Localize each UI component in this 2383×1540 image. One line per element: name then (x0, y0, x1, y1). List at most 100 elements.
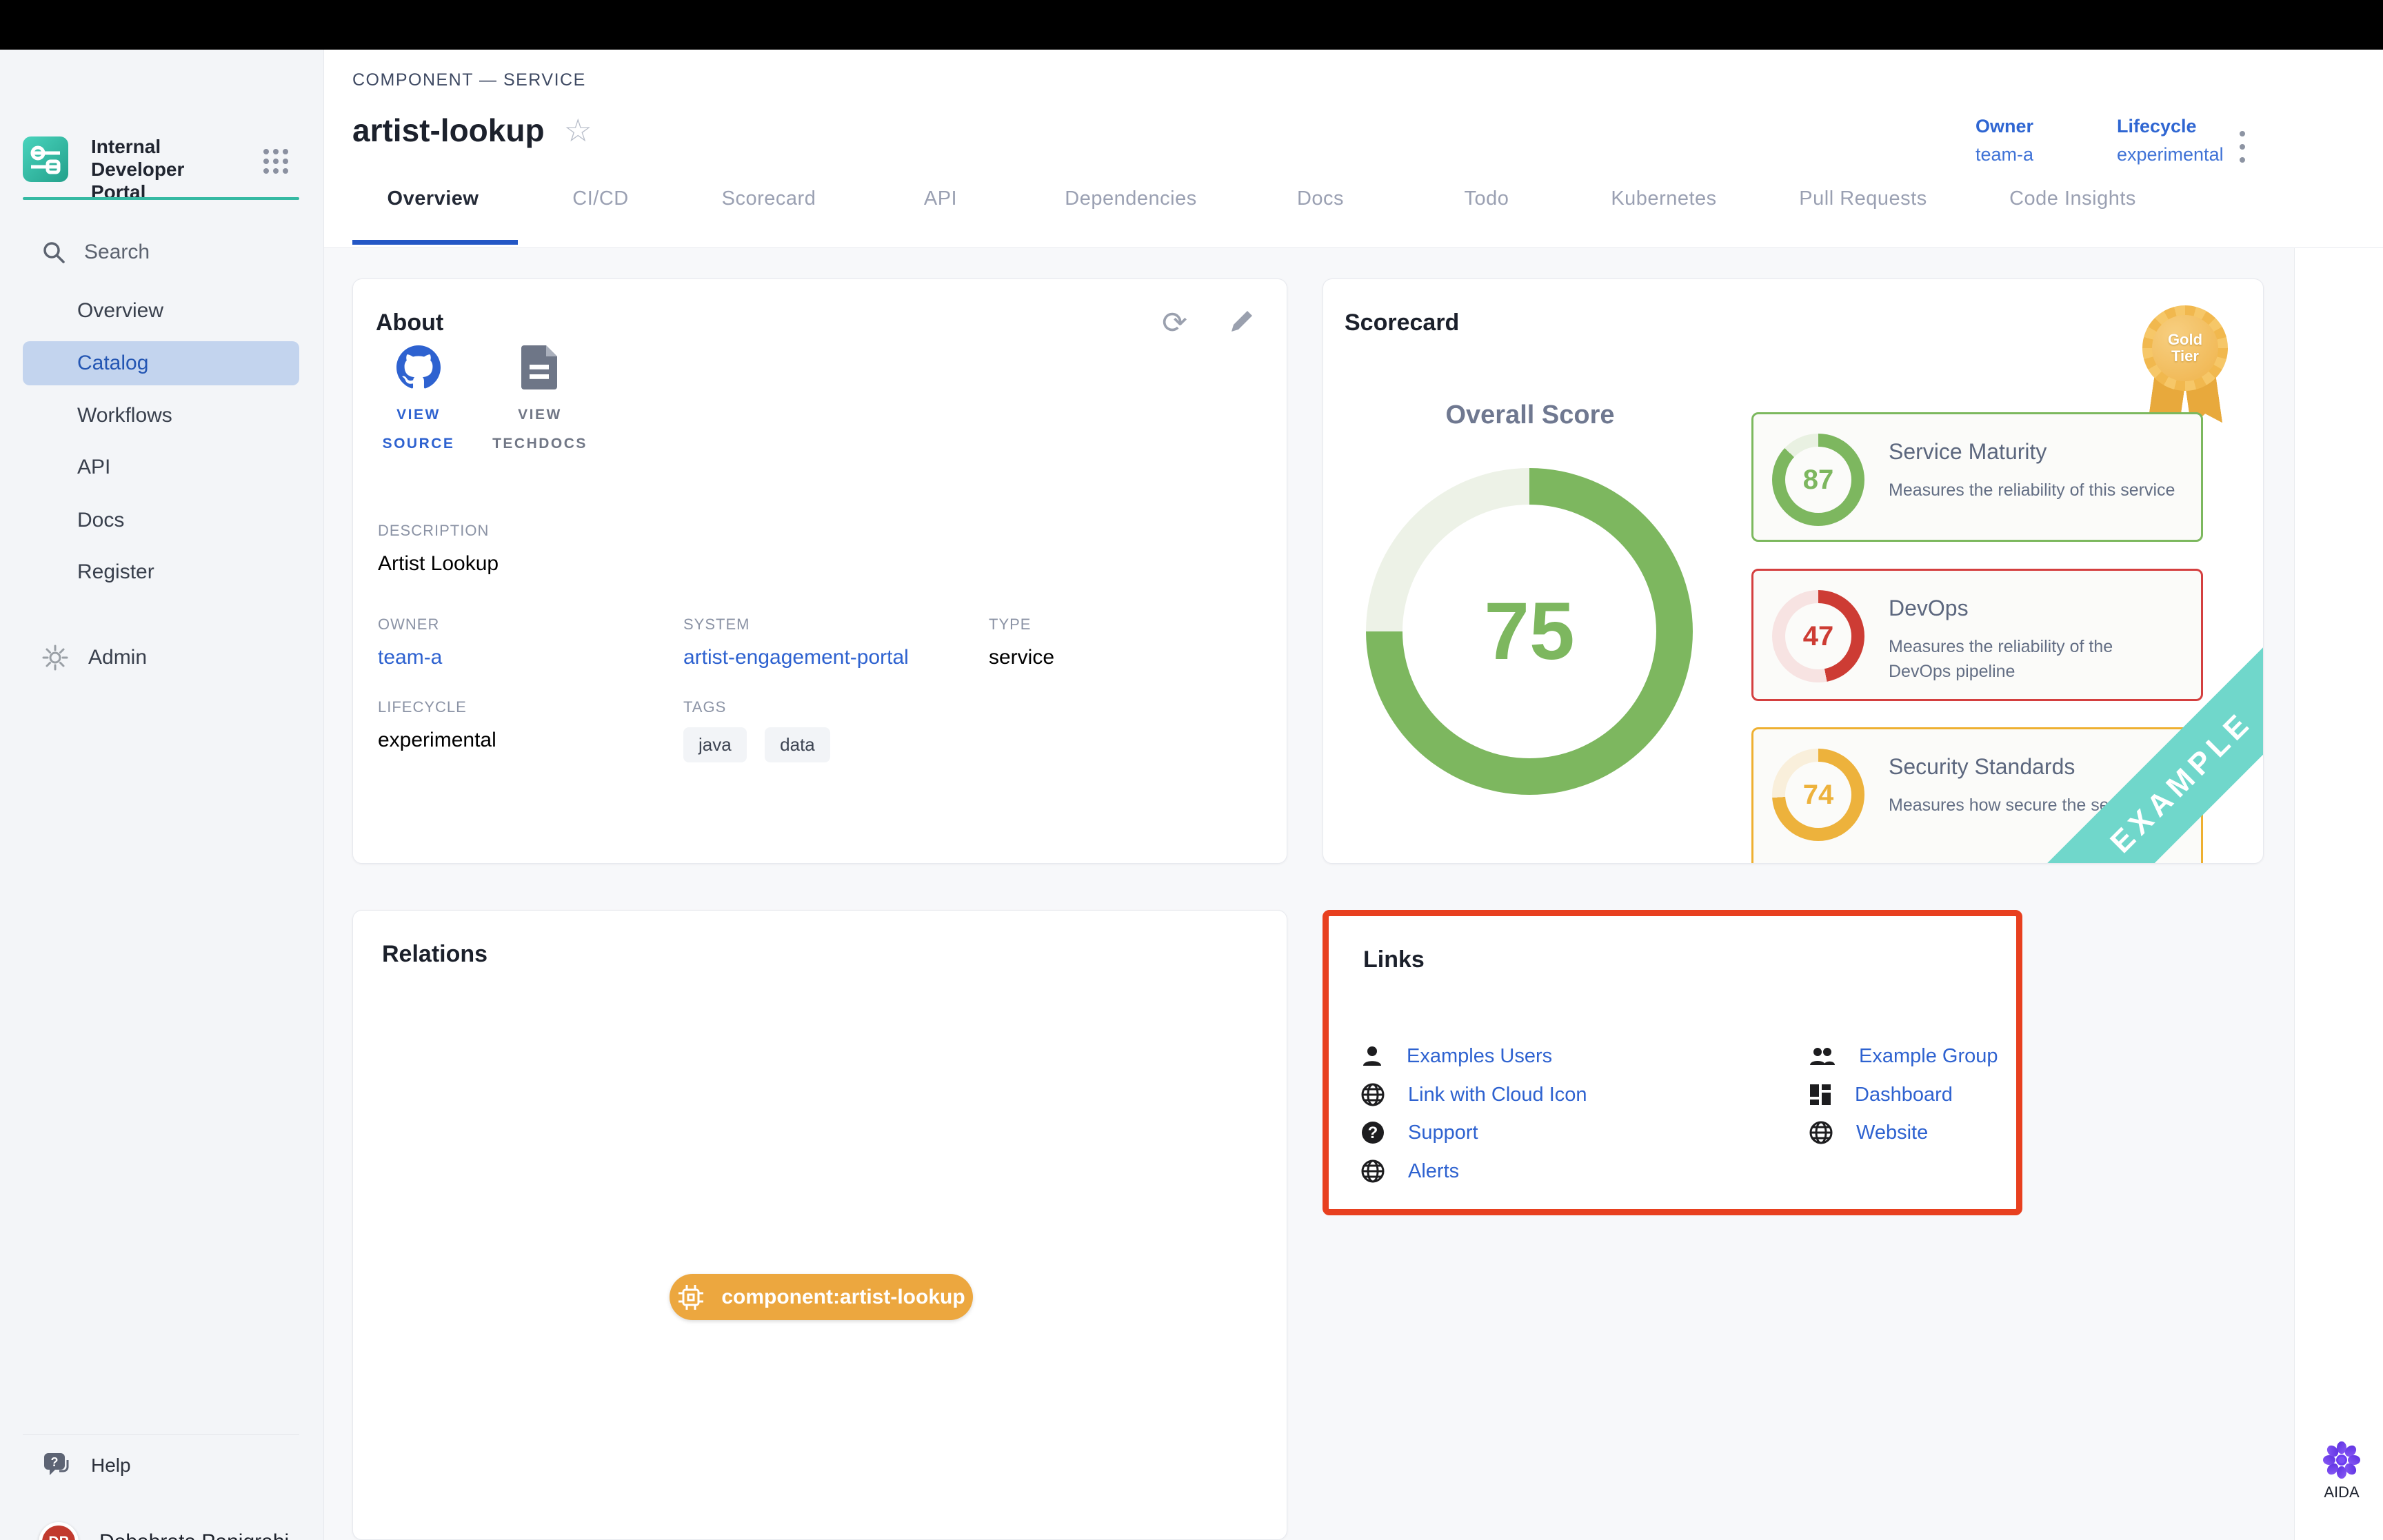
sidebar-item-docs[interactable]: Docs (23, 498, 299, 543)
owner-value[interactable]: team-a (1975, 144, 2033, 165)
sidebar-item-workflows[interactable]: Workflows (23, 394, 299, 438)
owner-field-label: OWNER (378, 616, 442, 634)
sidebar: Internal Developer Portal Search Overvie… (0, 50, 324, 1540)
more-menu-icon[interactable] (2240, 131, 2245, 163)
relations-card: Relations component:artist-lookup (352, 910, 1287, 1540)
lifecycle-field-value: experimental (378, 729, 496, 752)
tab-overview[interactable]: Overview (388, 188, 479, 210)
top-black-bar (0, 0, 2383, 50)
about-card: About ⟳ VIEW SOURCE VIEW (352, 278, 1287, 864)
sidebar-bottom-divider (23, 1434, 299, 1435)
owner-label: Owner (1975, 116, 2033, 137)
globe-icon (1360, 1159, 1385, 1184)
description-value: Artist Lookup (378, 552, 499, 576)
devops-ring: 47 (1772, 590, 1864, 682)
globe-icon (1360, 1082, 1385, 1107)
tab-scorecard[interactable]: Scorecard (722, 188, 816, 210)
relations-title: Relations (382, 941, 487, 968)
tab-docs[interactable]: Docs (1297, 188, 1344, 210)
sidebar-item-catalog[interactable]: Catalog (23, 341, 299, 385)
svg-text:?: ? (1368, 1124, 1378, 1142)
sidebar-item-admin[interactable]: Admin (41, 644, 147, 671)
portal-logo[interactable] (23, 136, 68, 182)
breadcrumb: COMPONENT — SERVICE (352, 70, 586, 90)
techdocs-icon (520, 345, 560, 389)
tab-todo[interactable]: Todo (1465, 188, 1509, 210)
user-menu[interactable]: DP Debabrata Panigrahi (39, 1522, 289, 1540)
apps-grid-icon[interactable] (262, 148, 290, 175)
github-icon (396, 345, 441, 389)
scorecard-title: Scorecard (1345, 310, 1459, 336)
help-label: Help (91, 1455, 131, 1477)
metric-title: DevOps (1889, 596, 1969, 621)
person-icon (1360, 1044, 1384, 1068)
brand-divider (23, 197, 299, 200)
scroll-gutter[interactable] (2294, 248, 2383, 1540)
header-owner: Owner team-a (1975, 116, 2033, 165)
group-icon (1809, 1044, 1836, 1068)
view-techdocs-link[interactable]: VIEW TECHDOCS (481, 345, 599, 458)
favorite-star-icon[interactable]: ☆ (564, 112, 592, 149)
search-icon (41, 240, 66, 265)
sidebar-search[interactable]: Search (41, 239, 150, 266)
tab-code-insights[interactable]: Code Insights (2009, 188, 2136, 210)
links-title: Links (1363, 946, 1425, 973)
system-field-label: SYSTEM (683, 616, 909, 634)
aida-flower-icon (2322, 1441, 2361, 1479)
chip-icon (677, 1284, 705, 1311)
lifecycle-label: Lifecycle (2117, 116, 2224, 137)
portal-title: Internal Developer Portal (91, 135, 243, 203)
question-icon: ? (1360, 1120, 1385, 1145)
metric-card-service-maturity[interactable]: 87 Service Maturity Measures the reliabi… (1751, 412, 2203, 542)
relations-node-component[interactable]: component:artist-lookup (670, 1274, 973, 1320)
app-root: Internal Developer Portal Search Overvie… (0, 0, 2383, 1540)
sidebar-item-register[interactable]: Register (23, 550, 299, 594)
link-website[interactable]: Website (1809, 1120, 1928, 1145)
link-dashboard[interactable]: Dashboard (1809, 1083, 1953, 1106)
tag-chip[interactable]: data (765, 727, 830, 762)
search-label: Search (84, 241, 150, 264)
globe-icon (1809, 1120, 1833, 1145)
lifecycle-field-label: LIFECYCLE (378, 698, 496, 716)
svg-text:?: ? (51, 1455, 59, 1469)
sidebar-item-overview[interactable]: Overview (23, 289, 299, 333)
gold-tier-badge: Gold Tier (2142, 300, 2228, 417)
help-chat-icon: ? (43, 1452, 73, 1479)
link-examples-users[interactable]: Examples Users (1360, 1044, 1552, 1068)
link-cloud[interactable]: Link with Cloud Icon (1360, 1082, 1587, 1107)
scorecard-card: Scorecard Gold Tier Overall Score 75 87 … (1323, 278, 2264, 864)
link-support[interactable]: ? Support (1360, 1120, 1478, 1145)
system-field-value[interactable]: artist-engagement-portal (683, 646, 909, 669)
gear-icon (41, 644, 69, 671)
edit-icon[interactable] (1227, 308, 1255, 336)
avatar: DP (39, 1522, 79, 1540)
link-alerts[interactable]: Alerts (1360, 1159, 1459, 1184)
admin-label: Admin (88, 646, 147, 669)
lifecycle-value: experimental (2117, 144, 2224, 165)
service-maturity-ring: 87 (1772, 434, 1864, 526)
tab-dependencies[interactable]: Dependencies (1065, 188, 1196, 210)
about-title: About (376, 310, 443, 336)
view-source-link[interactable]: VIEW SOURCE (360, 345, 477, 458)
overall-score-ring: 75 (1366, 468, 1693, 795)
links-card: Links Examples Users Link with Cloud Ico… (1323, 910, 2022, 1215)
description-label: DESCRIPTION (378, 522, 499, 540)
refresh-icon[interactable]: ⟳ (1162, 308, 1187, 338)
aida-label: AIDA (2311, 1483, 2372, 1501)
overall-score-value: 75 (1484, 585, 1574, 678)
sliders-logo-icon (23, 136, 68, 182)
tab-pull-requests[interactable]: Pull Requests (1799, 188, 1927, 210)
owner-field-value[interactable]: team-a (378, 646, 442, 669)
tag-chip[interactable]: java (683, 727, 747, 762)
tab-cicd[interactable]: CI/CD (572, 188, 628, 210)
link-example-group[interactable]: Example Group (1809, 1044, 1998, 1068)
type-field-label: TYPE (989, 616, 1054, 634)
page-title: artist-lookup ☆ (352, 112, 592, 149)
tab-kubernetes[interactable]: Kubernetes (1611, 188, 1716, 210)
security-standards-ring: 74 (1772, 749, 1864, 841)
sidebar-item-api[interactable]: API (23, 445, 299, 489)
metric-title: Service Maturity (1889, 439, 2047, 465)
tab-api[interactable]: API (924, 188, 957, 210)
help-button[interactable]: ? Help (43, 1452, 131, 1479)
aida-assistant[interactable]: AIDA (2311, 1441, 2372, 1501)
